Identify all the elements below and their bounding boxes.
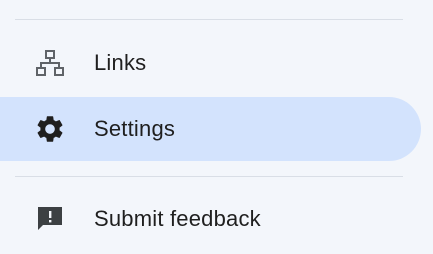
top-divider	[15, 19, 403, 20]
gear-icon	[34, 113, 66, 145]
menu-item-label: Submit feedback	[94, 206, 261, 231]
menu-item-submit-feedback[interactable]: Submit feedback	[0, 187, 421, 251]
menu-item-label: Links	[94, 50, 147, 75]
menu-item-settings[interactable]: Settings	[0, 97, 421, 161]
section-divider	[15, 176, 403, 177]
feedback-icon	[34, 203, 66, 235]
menu-item-links[interactable]: Links	[0, 31, 421, 95]
sitemap-icon	[34, 47, 66, 79]
menu-item-label: Settings	[94, 116, 176, 141]
